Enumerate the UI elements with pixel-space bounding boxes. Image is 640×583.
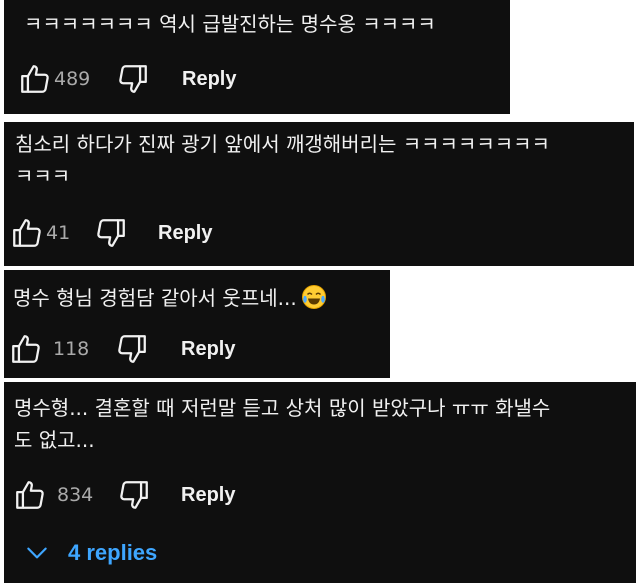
- reply-button[interactable]: Reply: [181, 338, 235, 361]
- comment-text: 명수 형님 경험담 같아서 웃프네...: [13, 282, 327, 319]
- thumbs-down-icon[interactable]: [116, 62, 150, 96]
- thumbs-up-icon[interactable]: [9, 332, 43, 366]
- comment-text: ㅋㅋㅋㅋㅋㅋㅋ 역시 급발진하는 명수옹 ㅋㅋㅋㅋ: [24, 12, 436, 36]
- thumbs-up-icon[interactable]: [13, 478, 47, 512]
- chevron-down-icon: [24, 540, 50, 566]
- like-count: 41: [46, 222, 71, 244]
- thumbs-up-icon[interactable]: [18, 62, 52, 96]
- thumbs-down-icon[interactable]: [94, 216, 128, 250]
- thumbs-down-icon[interactable]: [115, 332, 149, 366]
- comment-text-body: 명수 형님 경험담 같아서 웃프네...: [13, 286, 297, 310]
- thumbs-up-icon[interactable]: [10, 216, 44, 250]
- replies-count-label: 4 replies: [68, 540, 158, 565]
- comment-card: 명수 형님 경험담 같아서 웃프네... 118 Reply: [4, 270, 390, 378]
- view-replies-button[interactable]: 4 replies: [24, 540, 157, 566]
- comment-text: 침소리 하다가 진짜 광기 앞에서 깨갱해버리는 ㅋㅋㅋㅋㅋㅋㅋㅋ ㅋㅋㅋ: [15, 132, 550, 188]
- like-count: 489: [54, 68, 91, 90]
- reply-button[interactable]: Reply: [182, 68, 236, 91]
- comment-text: 명수형... 결혼할 때 저런말 듣고 상처 많이 받았구나 ㅠㅠ 화낼수 도 …: [14, 396, 551, 452]
- comment-card: 침소리 하다가 진짜 광기 앞에서 깨갱해버리는 ㅋㅋㅋㅋㅋㅋㅋㅋ ㅋㅋㅋ 41…: [4, 122, 634, 266]
- comment-card: 명수형... 결혼할 때 저런말 듣고 상처 많이 받았구나 ㅠㅠ 화낼수 도 …: [4, 382, 636, 583]
- thumbs-down-icon[interactable]: [117, 478, 151, 512]
- comment-card: ㅋㅋㅋㅋㅋㅋㅋ 역시 급발진하는 명수옹 ㅋㅋㅋㅋ 489 Reply: [4, 0, 510, 114]
- reply-button[interactable]: Reply: [158, 222, 212, 245]
- like-count: 834: [57, 484, 94, 506]
- face-with-tears-of-joy-icon: [301, 284, 327, 319]
- reply-button[interactable]: Reply: [181, 484, 235, 507]
- like-count: 118: [53, 338, 90, 360]
